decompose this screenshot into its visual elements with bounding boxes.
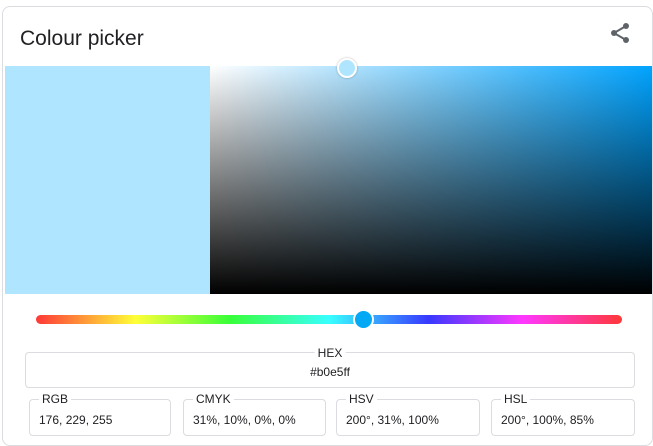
rgb-value[interactable]: 176, 229, 255: [39, 413, 112, 427]
hsl-value[interactable]: 200°, 100%, 85%: [501, 413, 594, 427]
hex-field[interactable]: HEX #b0e5ff: [25, 346, 635, 388]
hsl-label: HSL: [501, 392, 531, 406]
hsv-value[interactable]: 200°, 31%, 100%: [346, 413, 439, 427]
saturation-value-handle[interactable]: [337, 58, 357, 78]
card-title: Colour picker: [20, 27, 144, 50]
hsl-field[interactable]: HSL 200°, 100%, 85%: [491, 392, 635, 436]
cmyk-label: CMYK: [193, 392, 234, 406]
colour-preview-swatch: [5, 66, 210, 294]
hsv-field[interactable]: HSV 200°, 31%, 100%: [336, 392, 480, 436]
hue-slider-track[interactable]: [36, 315, 622, 324]
hex-label: HEX: [314, 346, 346, 360]
cmyk-value[interactable]: 31%, 10%, 0%, 0%: [193, 413, 296, 427]
hex-value[interactable]: #b0e5ff: [26, 365, 634, 379]
black-gradient-layer: [210, 66, 652, 294]
cmyk-field[interactable]: CMYK 31%, 10%, 0%, 0%: [183, 392, 326, 436]
hue-slider-handle[interactable]: [353, 309, 374, 330]
rgb-field[interactable]: RGB 176, 229, 255: [29, 392, 171, 436]
colour-picker-card: Colour picker HEX #b0e5ff RGB 176, 229, …: [2, 6, 653, 446]
share-icon[interactable]: [608, 21, 632, 45]
saturation-value-area[interactable]: [210, 66, 652, 294]
rgb-label: RGB: [39, 392, 72, 406]
hsv-label: HSV: [346, 392, 377, 406]
